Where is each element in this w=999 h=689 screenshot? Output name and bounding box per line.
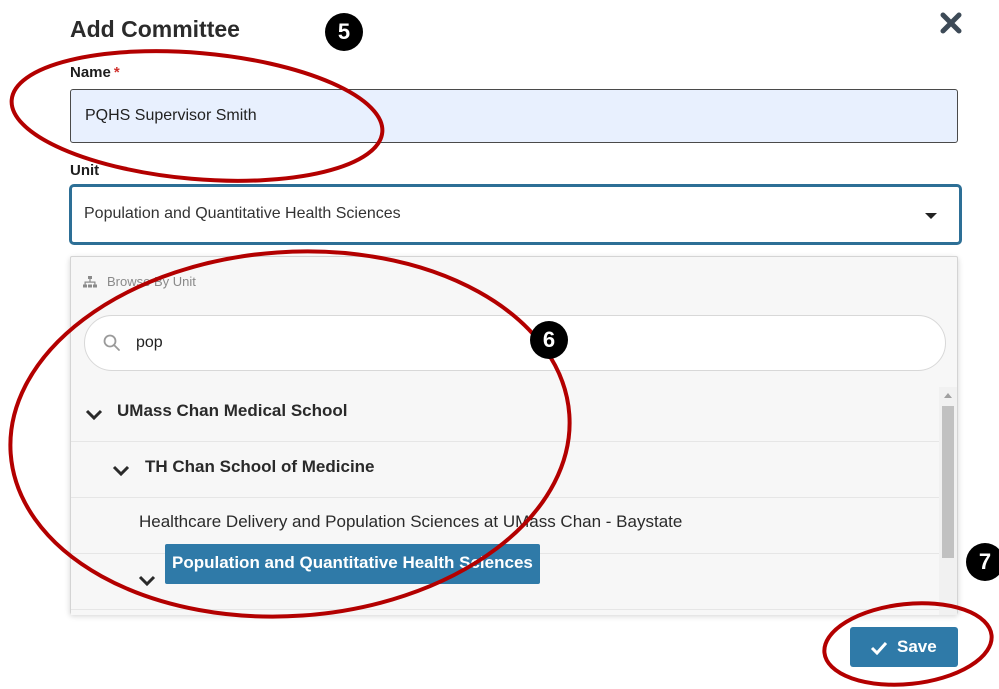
close-icon[interactable]	[938, 10, 964, 36]
save-label: Save	[897, 637, 937, 656]
tree-item-label: Population and Quantitative Health Scien…	[165, 544, 540, 584]
tree-item-selected[interactable]: Population and Quantitative Health Scien…	[71, 544, 939, 610]
unit-select-value: Population and Quantitative Health Scien…	[84, 205, 401, 222]
browse-label: Browse By Unit	[107, 274, 196, 289]
scroll-up-arrow-icon[interactable]	[944, 393, 952, 398]
unit-dropdown: Browse By Unit UMass Chan Medical School…	[70, 256, 958, 615]
tree-item-label: UMass Chan Medical School	[117, 401, 348, 420]
sitemap-icon	[83, 276, 97, 288]
unit-label: Unit	[70, 162, 100, 179]
search-icon	[103, 334, 120, 351]
chevron-down-icon	[925, 213, 937, 219]
page-title: Add Committee	[70, 16, 240, 42]
save-button[interactable]: Save	[850, 627, 958, 667]
step-marker: 5	[325, 13, 363, 51]
browse-by-unit[interactable]: Browse By Unit	[83, 274, 196, 289]
checkmark-icon	[870, 641, 888, 655]
tree-item-label: Healthcare Delivery and Population Scien…	[139, 512, 683, 531]
scroll-thumb[interactable]	[942, 406, 954, 558]
name-label: Name *	[70, 64, 120, 81]
tree-item-label: TH Chan School of Medicine	[145, 457, 375, 476]
tree-item[interactable]: TH Chan School of Medicine	[71, 443, 939, 498]
chevron-down-icon[interactable]	[138, 575, 156, 587]
chevron-down-icon[interactable]	[85, 409, 103, 421]
step-marker: 7	[966, 543, 999, 581]
unit-search-box[interactable]	[84, 315, 946, 371]
name-input[interactable]	[70, 89, 958, 143]
unit-tree: UMass Chan Medical School TH Chan School…	[71, 387, 939, 615]
unit-select[interactable]: Population and Quantitative Health Scien…	[69, 184, 962, 245]
tree-item[interactable]: UMass Chan Medical School	[71, 387, 939, 442]
scrollbar[interactable]	[939, 387, 957, 615]
unit-search-input[interactable]	[136, 334, 836, 352]
required-marker: *	[113, 64, 120, 81]
step-marker: 6	[530, 321, 568, 359]
chevron-down-icon[interactable]	[112, 465, 130, 477]
